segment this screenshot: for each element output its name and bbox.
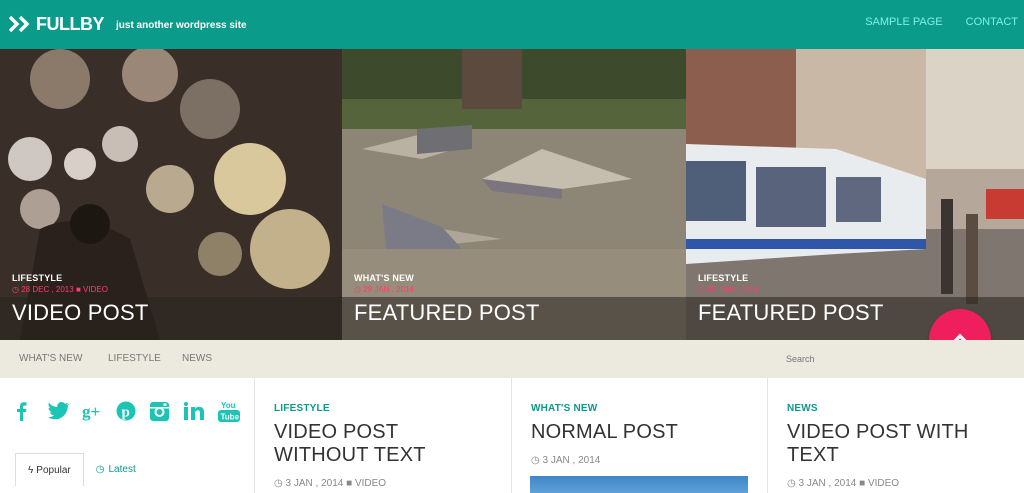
post-meta: ◷ 3 JAN , 2014 ■ VIDEO: [787, 478, 900, 489]
slide-category[interactable]: WHAT'S NEW: [354, 273, 540, 283]
lightning-icon: ϟ: [28, 464, 34, 476]
slide-video-post[interactable]: LIFESTYLE ◷ 28 DEC , 2013 ■ VIDEO VIDEO …: [0, 49, 342, 340]
slide-category[interactable]: LIFESTYLE: [698, 273, 884, 283]
sidebar: g+ p You Tube ϟ Popular ◷ Latest: [0, 378, 255, 493]
featured-slider: LIFESTYLE ◷ 28 DEC , 2013 ■ VIDEO VIDEO …: [0, 49, 1024, 340]
tab-popular[interactable]: ϟ Popular: [15, 453, 84, 486]
linkedin-icon[interactable]: [184, 400, 218, 422]
post-category[interactable]: NEWS: [787, 403, 818, 414]
social-links: g+ p You Tube: [14, 400, 252, 422]
clock-icon: ◷: [95, 464, 105, 475]
slide-title[interactable]: FEATURED POST: [698, 300, 884, 326]
post-card-1: LIFESTYLE VIDEO POST WITHOUT TEXT ◷ 3 JA…: [255, 378, 512, 493]
nav-contact[interactable]: CONTACT: [966, 16, 1018, 28]
slide-meta: ◷ 30 JAN , 2014: [698, 285, 758, 294]
pinterest-icon[interactable]: p: [116, 400, 150, 422]
instagram-icon[interactable]: [150, 400, 184, 422]
post-category[interactable]: LIFESTYLE: [274, 403, 330, 414]
sidebar-tabs: ϟ Popular ◷ Latest: [15, 453, 148, 486]
double-chevron-icon: [8, 15, 30, 33]
logo-text: FULLBY: [36, 13, 105, 34]
youtube-icon[interactable]: You Tube: [218, 400, 252, 422]
post-category[interactable]: WHAT'S NEW: [531, 403, 597, 414]
category-navigation: WHAT'S NEW LIFESTYLE NEWS: [0, 340, 1024, 378]
top-navigation: SAMPLE PAGE CONTACT: [842, 16, 1018, 28]
site-logo[interactable]: FULLBY just another wordpress site: [8, 11, 247, 37]
tab-latest[interactable]: ◷ Latest: [84, 453, 148, 486]
slide-title[interactable]: VIDEO POST: [12, 300, 148, 326]
post-card-3: NEWS VIDEO POST WITH TEXT ◷ 3 JAN , 2014…: [768, 378, 1024, 493]
subnav-whats-new[interactable]: WHAT'S NEW: [19, 353, 82, 364]
post-title[interactable]: NORMAL POST: [531, 421, 678, 444]
svg-text:g+: g+: [82, 402, 100, 421]
svg-text:You: You: [221, 401, 236, 410]
search-input[interactable]: [778, 348, 918, 370]
video-icon: ■: [346, 478, 353, 489]
subnav-lifestyle[interactable]: LIFESTYLE: [108, 353, 161, 364]
slide-category[interactable]: LIFESTYLE: [12, 273, 148, 283]
facebook-icon[interactable]: [14, 400, 48, 422]
slide-featured-post-2[interactable]: LIFESTYLE ◷ 30 JAN , 2014 FEATURED POST: [686, 49, 1024, 340]
post-title[interactable]: VIDEO POST WITHOUT TEXT: [274, 421, 426, 467]
svg-text:p: p: [122, 405, 130, 421]
subnav-news[interactable]: NEWS: [182, 353, 212, 364]
post-thumbnail[interactable]: [530, 476, 748, 493]
nav-sample-page[interactable]: SAMPLE PAGE: [865, 16, 942, 28]
svg-text:Tube: Tube: [221, 413, 240, 422]
twitter-icon[interactable]: [48, 400, 82, 422]
clock-icon: ◷: [787, 478, 796, 489]
slide-meta: ◷ 29 JAN , 2014: [354, 285, 414, 294]
clock-icon: ◷: [12, 285, 19, 294]
slide-meta: ◷ 28 DEC , 2013 ■ VIDEO: [12, 285, 108, 294]
clock-icon: ◷: [354, 285, 361, 294]
clock-icon: ◷: [698, 285, 705, 294]
google-plus-icon[interactable]: g+: [82, 400, 116, 422]
site-tagline: just another wordpress site: [116, 19, 247, 31]
site-header: FULLBY just another wordpress site SAMPL…: [0, 0, 1024, 49]
video-icon: ■: [859, 478, 866, 489]
slide-featured-post-1[interactable]: WHAT'S NEW ◷ 29 JAN , 2014 FEATURED POST: [342, 49, 686, 340]
clock-icon: ◷: [531, 455, 540, 466]
clock-icon: ◷: [274, 478, 283, 489]
post-meta: ◷ 3 JAN , 2014: [531, 455, 601, 466]
post-title[interactable]: VIDEO POST WITH TEXT: [787, 421, 969, 467]
slide-title[interactable]: FEATURED POST: [354, 300, 540, 326]
video-icon: ■: [75, 285, 81, 294]
post-meta: ◷ 3 JAN , 2014 ■ VIDEO: [274, 478, 387, 489]
